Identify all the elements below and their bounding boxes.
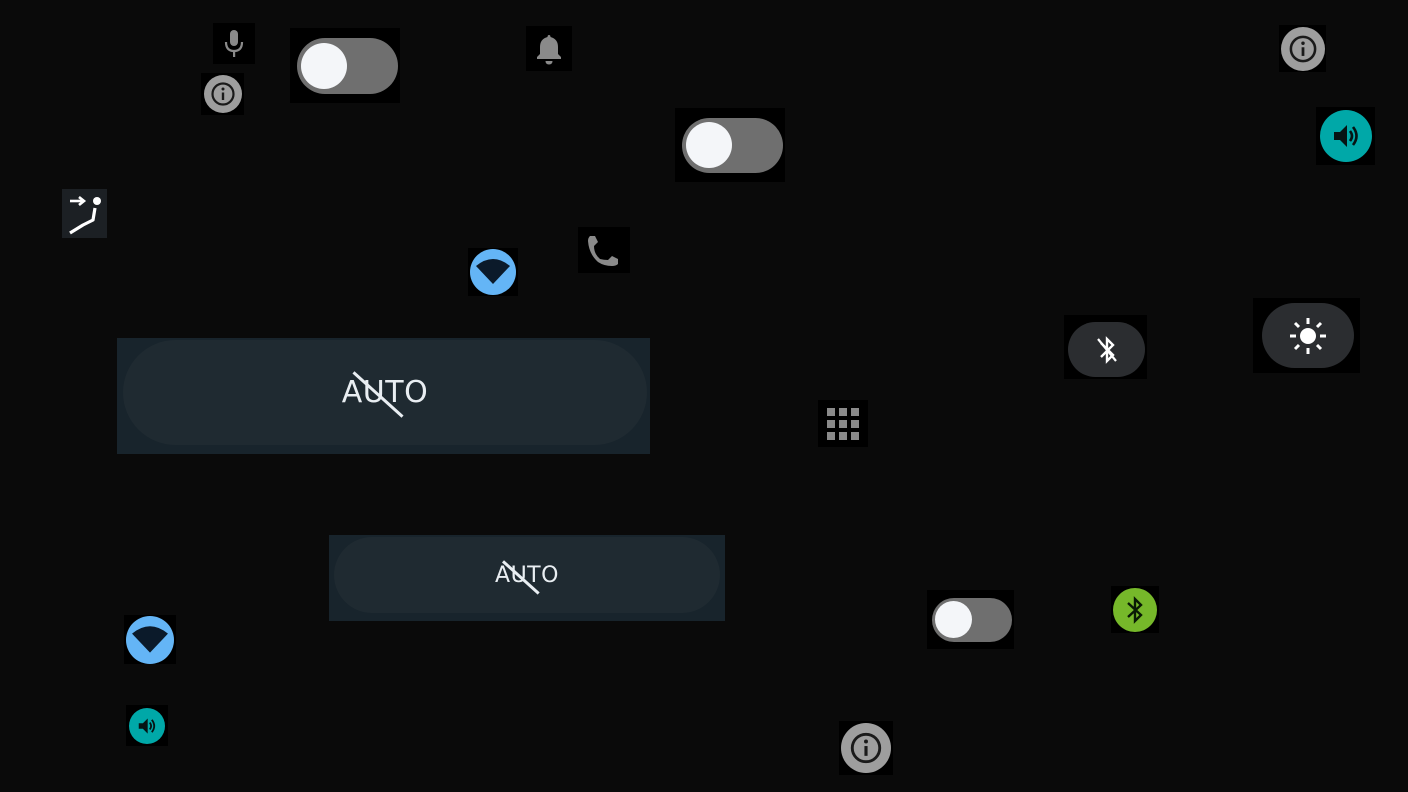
info-icon bbox=[1280, 26, 1325, 71]
volume-icon bbox=[1319, 110, 1372, 162]
wifi-icon bbox=[470, 249, 516, 295]
brightness-pill bbox=[1262, 303, 1354, 368]
bluetooth-pill bbox=[1068, 322, 1145, 377]
toggle-switch[interactable] bbox=[927, 590, 1014, 649]
wifi-button[interactable] bbox=[468, 248, 518, 296]
seat-recline-icon bbox=[68, 195, 101, 234]
toggle-switch[interactable] bbox=[290, 28, 400, 103]
toggle-switch[interactable] bbox=[675, 108, 785, 182]
mic-icon bbox=[224, 29, 244, 57]
toggle-knob bbox=[301, 43, 347, 89]
brightness-icon bbox=[1290, 317, 1326, 354]
mic-button[interactable] bbox=[213, 23, 255, 64]
apps-grid-icon bbox=[827, 407, 859, 440]
wifi-icon bbox=[126, 615, 174, 664]
seat-recline-button[interactable] bbox=[62, 189, 107, 238]
phone-icon bbox=[588, 236, 618, 266]
auto-pill: AUTO bbox=[334, 537, 720, 613]
phone-button[interactable] bbox=[578, 227, 630, 273]
info-button[interactable] bbox=[201, 73, 244, 115]
apps-button[interactable] bbox=[818, 400, 868, 447]
bluetooth-button[interactable] bbox=[1064, 315, 1147, 379]
auto-mode-button-large[interactable]: AUTO bbox=[117, 338, 650, 454]
auto-pill: AUTO bbox=[123, 340, 647, 445]
brightness-button[interactable] bbox=[1253, 298, 1360, 373]
info-icon bbox=[203, 75, 242, 113]
wifi-button[interactable] bbox=[124, 615, 176, 664]
toggle-knob bbox=[686, 122, 732, 168]
info-button[interactable] bbox=[839, 721, 893, 775]
auto-off-label: AUTO bbox=[341, 375, 429, 410]
volume-button[interactable] bbox=[126, 705, 168, 746]
info-icon bbox=[841, 723, 891, 773]
bluetooth-icon bbox=[1113, 587, 1157, 632]
notifications-button[interactable] bbox=[526, 26, 572, 71]
volume-icon bbox=[129, 707, 165, 744]
auto-mode-button-small[interactable]: AUTO bbox=[329, 535, 725, 621]
info-button[interactable] bbox=[1279, 25, 1326, 72]
bluetooth-off-icon bbox=[1096, 335, 1117, 364]
bell-icon bbox=[537, 34, 561, 64]
bluetooth-button[interactable] bbox=[1111, 586, 1159, 633]
toggle-knob bbox=[935, 601, 972, 638]
volume-button[interactable] bbox=[1316, 107, 1375, 165]
